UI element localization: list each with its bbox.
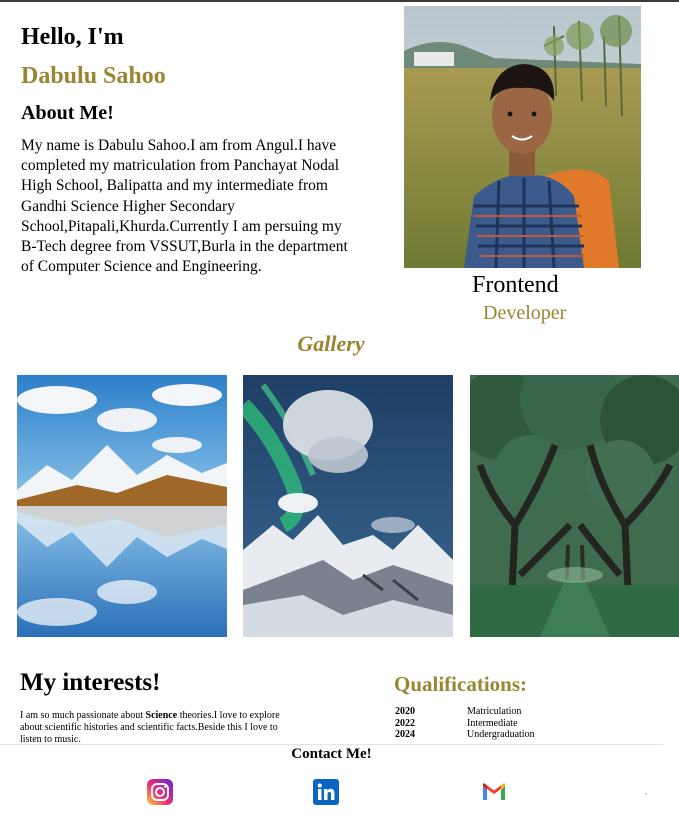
table-row: 2022 Intermediate <box>395 718 535 730</box>
interests-heading: My interests! <box>20 669 161 696</box>
gallery-heading: Gallery <box>297 331 365 356</box>
top-border <box>0 0 679 2</box>
qualifications-table: 2020 Matriculation 2022 Intermediate 202… <box>395 706 535 741</box>
contact-heading: Contact Me! <box>291 746 372 762</box>
table-row: 2024 Undergraduation <box>395 729 535 741</box>
gallery-image-mountain-lake <box>17 375 227 637</box>
linkedin-icon[interactable] <box>313 779 339 805</box>
qualification-year: 2022 <box>395 717 415 729</box>
qualification-label: Matriculation <box>467 706 522 717</box>
role-line-1: Frontend <box>472 272 559 298</box>
qualification-year: 2024 <box>395 729 415 740</box>
role-line-2: Developer <box>483 302 567 324</box>
profile-photo <box>404 6 641 268</box>
interests-paragraph: I am so much passionate about Science th… <box>20 710 295 746</box>
table-row: 2020 Matriculation <box>395 706 535 718</box>
qualification-year: 2020 <box>395 706 415 717</box>
greeting-heading: Hello, I'm <box>21 24 124 50</box>
interests-text-before: I am so much passionate about <box>20 710 146 721</box>
qualification-label: Undergraduation <box>467 729 535 740</box>
gallery-image-trees <box>470 375 679 637</box>
name-heading: Dabulu Sahoo <box>21 63 166 89</box>
qualification-label: Intermediate <box>467 717 518 729</box>
interests-text-bold: Science <box>145 710 178 721</box>
about-paragraph: My name is Dabulu Sahoo.I am from Angul.… <box>21 137 348 276</box>
gmail-icon[interactable] <box>481 779 507 805</box>
qualifications-heading: Qualifications: <box>394 672 528 696</box>
contact-divider <box>0 744 663 745</box>
about-heading: About Me! <box>21 102 114 124</box>
gallery-image-aurora <box>243 375 453 637</box>
instagram-icon[interactable] <box>147 779 173 805</box>
decorative-dot <box>645 793 647 795</box>
